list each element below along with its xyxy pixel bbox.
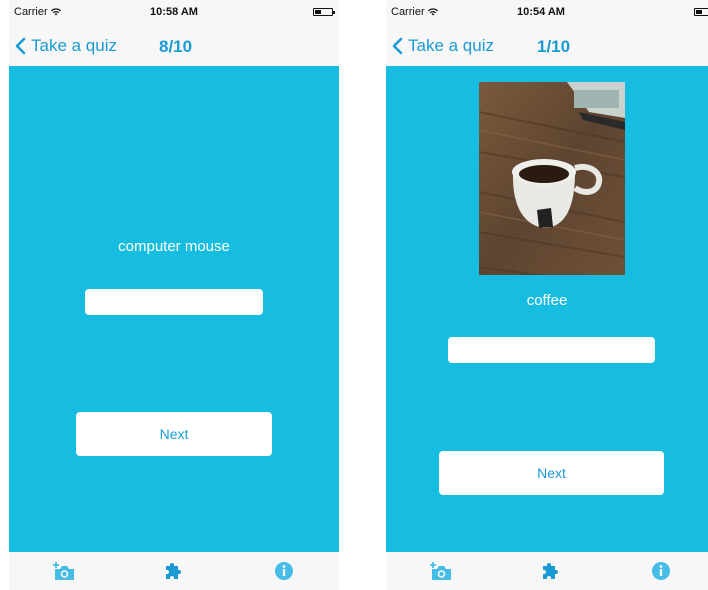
navigation-bar: Take a quiz 1/10: [386, 24, 708, 66]
back-button-label: Take a quiz: [408, 36, 494, 55]
question-photo: [479, 82, 625, 275]
next-button[interactable]: Next: [439, 451, 664, 495]
question-label: coffee: [526, 292, 568, 309]
question-progress: 8/10: [159, 37, 193, 56]
status-time: 10:54 AM: [517, 6, 565, 18]
quiz-content: computer mouse Next: [9, 66, 339, 552]
status-bar: Carrier 10:54 AM: [386, 0, 708, 22]
tab-bar: [386, 552, 708, 590]
chevron-left-icon: [392, 37, 403, 55]
navigation-bar: Take a quiz 8/10: [9, 24, 339, 66]
answer-input[interactable]: [85, 289, 263, 315]
screen-quiz-question-8: Carrier 10:58 AM Take a quiz 8/10 comput…: [9, 0, 339, 590]
question-progress: 1/10: [537, 37, 571, 56]
battery-icon: [694, 8, 708, 16]
info-icon: [652, 562, 670, 580]
quiz-content: coffee Next: [386, 66, 708, 552]
answer-input[interactable]: [448, 337, 655, 363]
tab-info[interactable]: [649, 559, 673, 583]
status-bar: Carrier 10:58 AM: [9, 0, 339, 22]
puzzle-icon: [166, 563, 181, 579]
tab-add-photo[interactable]: [52, 559, 76, 583]
tab-add-photo[interactable]: [429, 559, 453, 583]
add-photo-icon: [430, 562, 451, 580]
puzzle-icon: [543, 563, 558, 579]
back-button-label: Take a quiz: [31, 36, 117, 55]
tab-info[interactable]: [272, 559, 296, 583]
next-button[interactable]: Next: [76, 412, 272, 456]
status-time: 10:58 AM: [150, 6, 198, 18]
add-photo-icon: [53, 562, 74, 580]
chevron-left-icon: [15, 37, 26, 55]
tab-quiz[interactable]: [162, 559, 186, 583]
tab-quiz[interactable]: [539, 559, 563, 583]
back-button[interactable]: Take a quiz: [15, 36, 117, 56]
coffee-cup-photo: [479, 82, 625, 275]
tab-bar: [9, 552, 339, 590]
battery-icon: [313, 8, 335, 16]
back-button[interactable]: Take a quiz: [392, 36, 494, 56]
question-label: computer mouse: [118, 238, 230, 255]
screen-quiz-question-1: Carrier 10:54 AM Take a quiz 1/10 coffee…: [386, 0, 708, 590]
info-icon: [275, 562, 293, 580]
